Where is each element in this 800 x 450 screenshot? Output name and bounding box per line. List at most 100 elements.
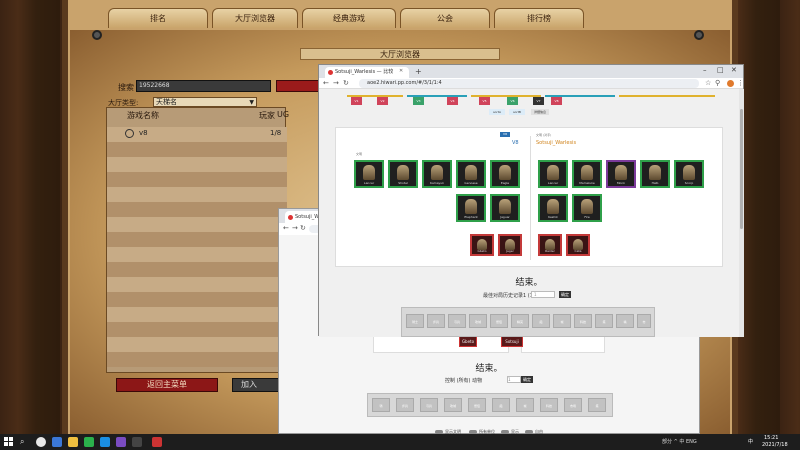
chrome-icon[interactable] bbox=[36, 437, 46, 447]
age-chip[interactable]: V1 bbox=[351, 97, 362, 105]
unit-class-icon[interactable]: 城 bbox=[516, 398, 534, 412]
back-arrow-icon[interactable]: ← bbox=[283, 224, 289, 232]
unit-class-icon[interactable]: 骑 bbox=[372, 398, 390, 412]
input-language[interactable]: 中 bbox=[748, 438, 753, 445]
unit-card[interactable]: Monk bbox=[606, 160, 636, 188]
age-chip[interactable]: V5 bbox=[479, 97, 490, 105]
app-icon[interactable] bbox=[52, 437, 62, 447]
age-chip[interactable]: V4 bbox=[447, 97, 458, 105]
scrollbar[interactable] bbox=[739, 89, 744, 337]
reload-icon[interactable]: ↻ bbox=[343, 79, 349, 87]
unit-class-icon[interactable]: 步兵 bbox=[396, 398, 414, 412]
age-chip[interactable]: V6 bbox=[507, 97, 518, 105]
left-civ-name[interactable]: V8 bbox=[512, 140, 519, 146]
browser-window-front[interactable]: Sotsuji_Warlesis — 比较 ✕ + – □ ✕ ← → ↻ ao… bbox=[318, 64, 744, 337]
unit-class-icon[interactable]: 市 bbox=[637, 314, 651, 328]
close-window-icon[interactable]: ✕ bbox=[731, 66, 737, 74]
tab-lobby-browser[interactable]: 大厅浏览器 bbox=[212, 8, 298, 28]
unit-card[interactable]: Gbeto bbox=[470, 234, 494, 256]
sub-tab[interactable]: 详细信息 bbox=[531, 109, 549, 115]
tab-guild[interactable]: 公会 bbox=[400, 8, 490, 28]
confirm-button[interactable]: 确定 bbox=[521, 376, 533, 383]
unit-card[interactable]: Elephant bbox=[456, 194, 486, 222]
unit-class-icon[interactable]: 精英 bbox=[511, 314, 529, 328]
unit-card[interactable]: Fire bbox=[572, 194, 602, 222]
unit-class-icon[interactable]: 弓兵 bbox=[448, 314, 466, 328]
unit-class-icon[interactable]: 步兵 bbox=[427, 314, 445, 328]
unit-card[interactable]: Lancer bbox=[538, 160, 568, 188]
unit-class-icon[interactable]: 船 bbox=[492, 398, 510, 412]
back-arrow-icon[interactable]: ← bbox=[323, 79, 329, 87]
unit-class-icon[interactable]: 骑士 bbox=[406, 314, 424, 328]
steam-icon[interactable] bbox=[132, 437, 142, 447]
maximize-icon[interactable]: □ bbox=[717, 66, 724, 74]
menu-kebab-icon[interactable]: ⋮ bbox=[737, 79, 744, 87]
unit-class-icon[interactable]: 弓兵 bbox=[420, 398, 438, 412]
unit-class-icon[interactable]: 攻城 bbox=[444, 398, 462, 412]
avatar[interactable] bbox=[727, 80, 734, 87]
sub-tab[interactable]: sortB bbox=[509, 109, 525, 115]
minimize-icon[interactable]: – bbox=[703, 66, 707, 74]
sub-tab[interactable]: sortA bbox=[489, 109, 505, 115]
unit-card[interactable]: Cata bbox=[566, 234, 590, 256]
windows-start-icon[interactable] bbox=[4, 437, 14, 447]
search-button[interactable] bbox=[276, 80, 320, 92]
unit-class-icon[interactable]: 塔 bbox=[595, 314, 613, 328]
confirm-button[interactable]: 确定 bbox=[559, 291, 571, 298]
lobby-type-select[interactable]: 天梯名 ▼ bbox=[153, 97, 257, 107]
table-row[interactable]: v8 1/8 bbox=[107, 127, 287, 142]
number-input[interactable]: 1 bbox=[507, 376, 521, 383]
unit-card[interactable]: Halb bbox=[640, 160, 670, 188]
unit-class-icon[interactable]: 攻城 bbox=[469, 314, 487, 328]
browser-tab[interactable]: Sotsuji_Warlesis — 比较 bbox=[325, 67, 409, 78]
age-chip[interactable]: V8 bbox=[551, 97, 562, 105]
tab-ranking[interactable]: 排名 bbox=[108, 8, 208, 28]
unit-class-icon[interactable]: 科技 bbox=[540, 398, 558, 412]
app-icon[interactable] bbox=[100, 437, 110, 447]
unit-card[interactable]: Lancer bbox=[354, 160, 384, 188]
unit-class-icon[interactable]: 僧侣 bbox=[490, 314, 508, 328]
unit-class-icon[interactable]: 城 bbox=[553, 314, 571, 328]
address-bar[interactable]: aoe2.hiwari.pp.com/#/3/1/1:4 bbox=[359, 79, 699, 88]
right-civ-name[interactable]: Sotsuji_Warlesis bbox=[536, 140, 576, 146]
close-tab-icon[interactable]: ✕ bbox=[399, 68, 403, 74]
unit-card[interactable]: Jaguar bbox=[490, 194, 520, 222]
reload-icon[interactable]: ↻ bbox=[300, 224, 306, 232]
unit-card[interactable]: Kamayuk bbox=[422, 160, 452, 188]
new-tab-icon[interactable]: + bbox=[415, 67, 422, 76]
age-chip[interactable]: V7 bbox=[533, 97, 544, 105]
forward-arrow-icon[interactable]: → bbox=[333, 79, 339, 87]
unit-card[interactable]: Raider bbox=[538, 234, 562, 256]
tab-classic-games[interactable]: 经典游戏 bbox=[302, 8, 396, 28]
unit-class-icon[interactable]: 墙 bbox=[616, 314, 634, 328]
scroll-thumb[interactable] bbox=[740, 109, 743, 229]
unit-card[interactable]: Keshik bbox=[538, 194, 568, 222]
wechat-icon[interactable] bbox=[84, 437, 94, 447]
tab-leaderboard[interactable]: 排行榜 bbox=[494, 8, 584, 28]
extensions-icon[interactable]: ⚲ bbox=[715, 79, 720, 87]
forward-arrow-icon[interactable]: → bbox=[292, 224, 298, 232]
unit-class-icon[interactable]: 船 bbox=[532, 314, 550, 328]
search-icon[interactable]: ⌕ bbox=[20, 437, 24, 447]
clock-date[interactable]: 2021/7/18 bbox=[762, 442, 788, 448]
unit-card[interactable]: Shotel bbox=[388, 160, 418, 188]
age-chip[interactable]: V3 bbox=[413, 97, 424, 105]
system-tray[interactable]: 部分 ^ 中 ENG bbox=[662, 438, 697, 445]
unit-card[interactable]: Genoese bbox=[456, 160, 486, 188]
folder-icon[interactable] bbox=[68, 437, 78, 447]
number-input[interactable]: 1 bbox=[531, 291, 555, 298]
search-input[interactable]: 19522668 bbox=[136, 80, 271, 92]
unit-card[interactable]: Jager bbox=[498, 234, 522, 256]
unit-class-icon[interactable]: 僧侣 bbox=[468, 398, 486, 412]
join-button[interactable]: 加入 bbox=[232, 378, 282, 392]
unit-card[interactable]: Scorp bbox=[674, 160, 704, 188]
age-chip[interactable]: V2 bbox=[377, 97, 388, 105]
unit-card[interactable]: Eagle bbox=[490, 160, 520, 188]
app-icon[interactable] bbox=[116, 437, 126, 447]
unit-class-icon[interactable]: 塔 bbox=[588, 398, 606, 412]
unit-class-icon[interactable]: 科技 bbox=[574, 314, 592, 328]
app-icon[interactable] bbox=[152, 437, 162, 447]
return-main-menu-button[interactable]: 返回主菜单 bbox=[116, 378, 218, 392]
unit-card[interactable]: Mameluke bbox=[572, 160, 602, 188]
star-icon[interactable]: ☆ bbox=[705, 79, 711, 87]
